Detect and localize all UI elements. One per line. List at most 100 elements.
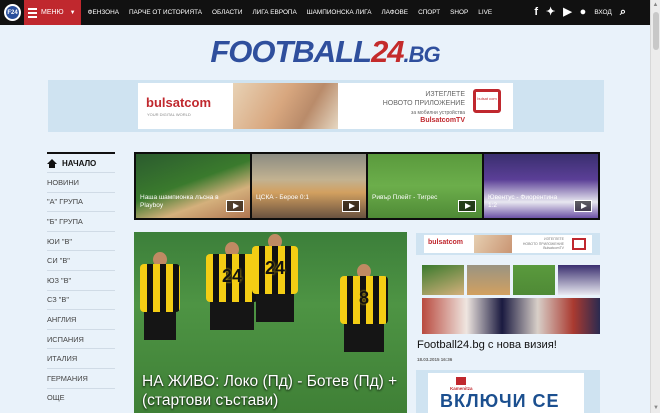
related-thumbnail[interactable]	[422, 265, 465, 295]
play-icon[interactable]	[574, 200, 592, 212]
sidebar-item-southwest-v[interactable]: ЮЗ "В"	[47, 269, 115, 290]
twitter-icon[interactable]: ✦	[546, 7, 555, 18]
side-ad-text: ИЗТЕГЛЕТЕ НОВОТО ПРИЛОЖЕНИЕ BulsatcomTV	[519, 237, 564, 251]
player-shorts	[144, 312, 176, 340]
video-thumbnail[interactable]: Наша шампионка лъсна в Playboy	[136, 154, 250, 218]
player-shorts	[256, 294, 294, 322]
video-strip: Наша шампионка лъсна в Playboy ЦСКА - Бе…	[134, 152, 600, 220]
video-caption: Наша шампионка лъсна в Playboy	[140, 194, 219, 209]
nav-item-shop[interactable]: SHOP	[445, 9, 473, 16]
play-icon[interactable]	[458, 200, 476, 212]
player-shirt: 24	[252, 246, 298, 294]
youtube-icon[interactable]: ▶	[563, 7, 571, 18]
site-logo-icon[interactable]: F24	[4, 4, 21, 21]
scroll-down-icon[interactable]: ▼	[651, 403, 660, 413]
sidebar-item-germany[interactable]: ГЕРМАНИЯ	[47, 367, 115, 388]
video-caption: Ювентус - Фиорентина 1:2	[488, 194, 558, 209]
home-icon	[47, 158, 57, 168]
facebook-icon[interactable]: f	[534, 7, 538, 18]
beer-ad-content[interactable]: Kamenitza ВКЛЮЧИ СЕ	[428, 373, 584, 413]
sidebar-item-home[interactable]: НАЧАЛО	[47, 152, 115, 172]
sidebar-item-news[interactable]: НОВИНИ	[47, 172, 115, 192]
sidebar-item-northeast-v[interactable]: СИ "В"	[47, 250, 115, 270]
caret-down-icon: ▼	[69, 9, 76, 16]
player-figure: 8	[340, 264, 388, 374]
hamburger-icon	[28, 7, 37, 18]
ad-title-line2: НОВОТО ПРИЛОЖЕНИЕ	[382, 100, 465, 107]
login-link[interactable]: ВХОД	[594, 9, 612, 16]
player-shirt: 24	[206, 254, 258, 302]
nav-item-lafove[interactable]: ЛАФОВЕ	[376, 9, 413, 16]
main-story-photo[interactable]: 24 24 8 НА ЖИВО: Локо (Пд) - Ботев (Пд) …	[134, 232, 407, 413]
player-number: 24	[221, 266, 243, 286]
main-nav: ФЕНЗОНА ПАРЧЕ ОТ ИСТОРИЯТА ОБЛАСТИ ЛИГА …	[83, 9, 498, 16]
related-thumbnail[interactable]	[557, 265, 600, 295]
brand-logo[interactable]: FOOTBALL24.BG	[210, 34, 441, 69]
sidebar-item-northwest-v[interactable]: СЗ "В"	[47, 289, 115, 310]
play-icon[interactable]	[226, 200, 244, 212]
sidebar-home-label: НАЧАЛО	[62, 158, 97, 168]
ad-title: ИЗТЕГЛЕТЕ НОВОТО ПРИЛОЖЕНИЕ	[350, 90, 465, 108]
menu-label: МЕНЮ	[41, 9, 64, 16]
side-ad-content[interactable]: bulsatcom ИЗТЕГЛЕТЕ НОВОТО ПРИЛОЖЕНИЕ Bu…	[424, 235, 592, 253]
video-caption: Ривър Плейт - Тигрес	[372, 194, 438, 201]
nav-item-sport[interactable]: СПОРТ	[413, 9, 445, 16]
sidebar-item-southeast-v[interactable]: ЮИ "В"	[47, 230, 115, 251]
nav-item-europa-league[interactable]: ЛИГА ЕВРОПА	[247, 9, 301, 16]
sidebar-item-b-group[interactable]: "Б" ГРУПА	[47, 211, 115, 231]
social-links: f ✦ ▶ ● ВХОД ⌕	[534, 0, 626, 25]
side-story-photo[interactable]	[422, 298, 600, 334]
player-shirt	[140, 264, 180, 312]
nav-item-fanzone[interactable]: ФЕНЗОНА	[83, 9, 124, 16]
player-shorts	[344, 324, 384, 352]
player-shirt: 8	[340, 276, 388, 324]
video-thumbnail[interactable]: Ювентус - Фиорентина 1:2	[484, 154, 598, 218]
top-ad-banner[interactable]: bulsatcom YOUR DIGITAL WORLD ИЗТЕГЛЕТЕ Н…	[48, 80, 604, 132]
category-sidebar: НАЧАЛО НОВИНИ "А" ГРУПА "Б" ГРУПА ЮИ "В"…	[47, 152, 115, 407]
ad-content[interactable]: bulsatcom YOUR DIGITAL WORLD ИЗТЕГЛЕТЕ Н…	[138, 83, 513, 129]
brand-part-bg: .BG	[403, 42, 441, 67]
ad-brand-tagline: YOUR DIGITAL WORLD	[147, 112, 191, 117]
user-icon[interactable]: ●	[580, 7, 587, 18]
main-headline[interactable]: НА ЖИВО: Локо (Пд) - Ботев (Пд) + (старт…	[142, 372, 407, 410]
scrollbar-thumb[interactable]	[653, 12, 659, 50]
ad-photo	[233, 83, 338, 129]
side-ad-product-name: BulsatcomTV	[543, 246, 564, 250]
side-ad-photo	[474, 235, 512, 253]
player-number: 8	[358, 288, 369, 308]
nav-item-champions-league[interactable]: ШАМПИОНСКА ЛИГА	[302, 9, 377, 16]
related-thumbnails	[422, 265, 600, 295]
player-number: 24	[264, 258, 286, 278]
search-icon[interactable]: ⌕	[620, 7, 626, 18]
sidebar-item-a-group[interactable]: "А" ГРУПА	[47, 191, 115, 212]
ad-subtitle: за мобилни устройства	[411, 110, 465, 116]
sidebar-item-spain[interactable]: ИСПАНИЯ	[47, 328, 115, 349]
side-ad-logo: bulsatcom	[428, 239, 464, 246]
beer-brand-icon	[456, 377, 466, 385]
page-scrollbar[interactable]: ▲ ▼	[650, 0, 660, 413]
nav-item-live[interactable]: LIVE	[473, 9, 497, 16]
side-story-date: 18.03.2015 16:36	[417, 357, 453, 362]
sidebar-item-england[interactable]: АНГЛИЯ	[47, 309, 115, 329]
menu-button[interactable]: МЕНЮ ▼	[24, 0, 81, 25]
scroll-up-icon[interactable]: ▲	[651, 0, 660, 10]
beer-ad-banner[interactable]: Kamenitza ВКЛЮЧИ СЕ	[416, 370, 600, 413]
sidebar-item-more[interactable]: ОЩЕ	[47, 387, 115, 408]
ad-brand-logo: bulsatcom	[146, 95, 212, 110]
related-thumbnail[interactable]	[512, 265, 555, 295]
related-thumbnail[interactable]	[467, 265, 510, 295]
video-thumbnail[interactable]: Ривър Плейт - Тигрес	[368, 154, 482, 218]
side-story-title[interactable]: Football24.bg с нова визия!	[417, 339, 557, 351]
nav-item-history[interactable]: ПАРЧЕ ОТ ИСТОРИЯТА	[124, 9, 207, 16]
top-navigation-bar: F24 МЕНЮ ▼ ФЕНЗОНА ПАРЧЕ ОТ ИСТОРИЯТА ОБ…	[0, 0, 650, 25]
ad-title-line1: ИЗТЕГЛЕТЕ	[425, 91, 465, 98]
play-icon[interactable]	[342, 200, 360, 212]
nav-item-regions[interactable]: ОБЛАСТИ	[207, 9, 247, 16]
tv-device-icon	[572, 238, 586, 250]
tv-device-icon: bulsat com	[473, 89, 501, 113]
sidebar-item-italy[interactable]: ИТАЛИЯ	[47, 348, 115, 368]
video-thumbnail[interactable]: ЦСКА - Берое 0:1	[252, 154, 366, 218]
brand-part-24: 24	[371, 34, 404, 69]
side-ad-banner[interactable]: bulsatcom ИЗТЕГЛЕТЕ НОВОТО ПРИЛОЖЕНИЕ Bu…	[416, 233, 600, 255]
site-brand[interactable]: FOOTBALL24.BG	[0, 34, 650, 70]
